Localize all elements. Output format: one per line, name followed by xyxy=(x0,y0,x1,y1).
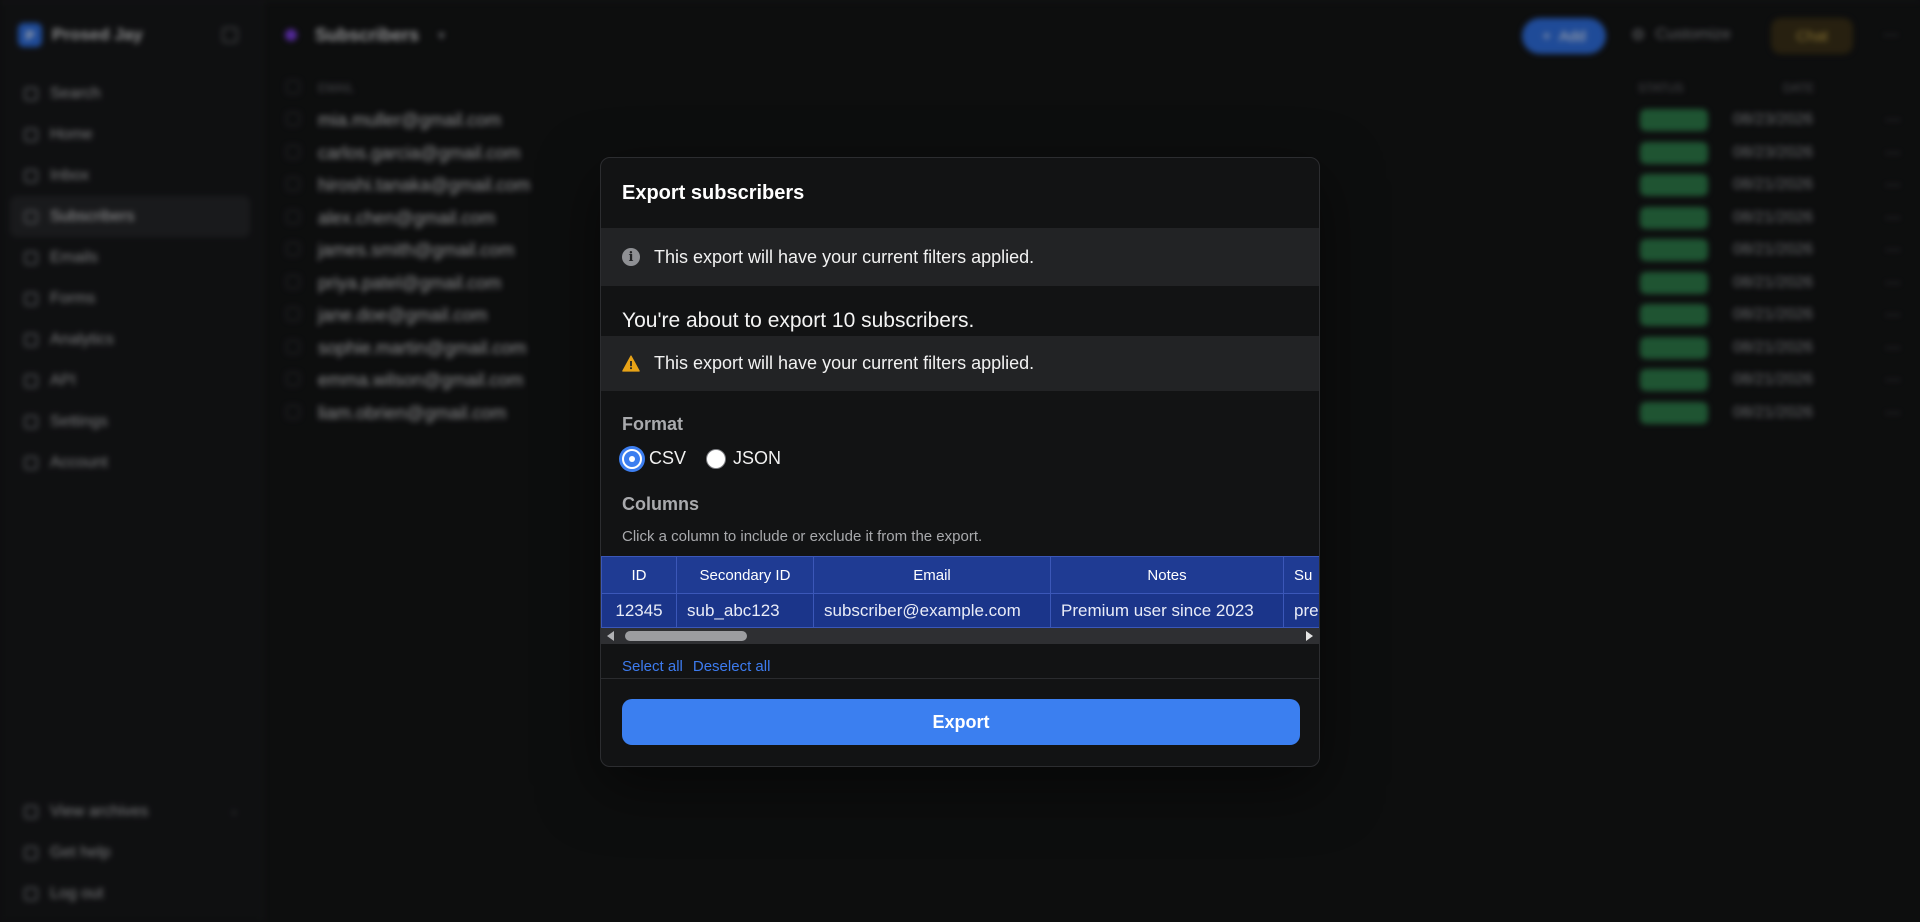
columns-hint: Click a column to include or exclude it … xyxy=(622,528,983,545)
sample-cell-su[interactable]: pre xyxy=(1283,593,1319,628)
deselect-all-link[interactable]: Deselect all xyxy=(693,658,771,675)
warning-banner: This export will have your current filte… xyxy=(601,336,1319,391)
column-toggle-id[interactable]: ID xyxy=(601,556,677,594)
info-banner-text: This export will have your current filte… xyxy=(654,246,1035,267)
info-banner: i This export will have your current fil… xyxy=(601,228,1319,286)
radio-button-json[interactable] xyxy=(706,448,727,469)
selection-links: Select all Deselect all xyxy=(622,658,770,675)
export-button[interactable]: Export xyxy=(622,699,1300,745)
column-toggle-su[interactable]: Su xyxy=(1283,556,1319,594)
column-toggle-email[interactable]: Email xyxy=(813,556,1051,594)
radio-label-json: JSON xyxy=(733,448,782,468)
format-radio-group: CSV JSON xyxy=(622,448,801,469)
warning-banner-text: This export will have your current filte… xyxy=(654,353,1035,373)
columns-sample-row: 12345 sub_abc123 subscriber@example.com … xyxy=(601,593,1319,628)
columns-preview: ID Secondary ID Email Notes Su 12345 sub… xyxy=(601,556,1319,648)
format-option-csv[interactable]: CSV xyxy=(622,448,686,469)
scroll-right-arrow-icon[interactable] xyxy=(1306,631,1313,641)
sample-cell-notes[interactable]: Premium user since 2023 xyxy=(1050,593,1284,628)
sample-cell-id[interactable]: 12345 xyxy=(601,593,677,628)
radio-label-csv: CSV xyxy=(649,448,687,468)
warning-icon xyxy=(622,355,640,372)
select-all-link[interactable]: Select all xyxy=(622,658,683,675)
divider xyxy=(601,678,1319,679)
horizontal-scrollbar[interactable] xyxy=(601,628,1319,644)
sample-cell-email[interactable]: subscriber@example.com xyxy=(813,593,1051,628)
sample-cell-secondary-id[interactable]: sub_abc123 xyxy=(676,593,814,628)
format-option-json[interactable]: JSON xyxy=(706,448,781,469)
scroll-left-arrow-icon[interactable] xyxy=(607,631,614,641)
export-count-text: You're about to export 10 subscribers. xyxy=(622,309,975,332)
format-label: Format xyxy=(622,414,684,434)
column-toggle-secondary-id[interactable]: Secondary ID xyxy=(676,556,814,594)
scrollbar-thumb[interactable] xyxy=(625,631,747,641)
modal-title: Export subscribers xyxy=(622,182,805,204)
columns-label: Columns xyxy=(622,494,700,514)
export-modal: Export subscribers i This export will ha… xyxy=(600,157,1320,767)
column-toggle-notes[interactable]: Notes xyxy=(1050,556,1284,594)
columns-header-row: ID Secondary ID Email Notes Su xyxy=(601,556,1319,594)
info-icon: i xyxy=(622,248,640,266)
radio-button-csv[interactable] xyxy=(622,448,642,469)
columns-table: ID Secondary ID Email Notes Su 12345 sub… xyxy=(601,556,1319,628)
